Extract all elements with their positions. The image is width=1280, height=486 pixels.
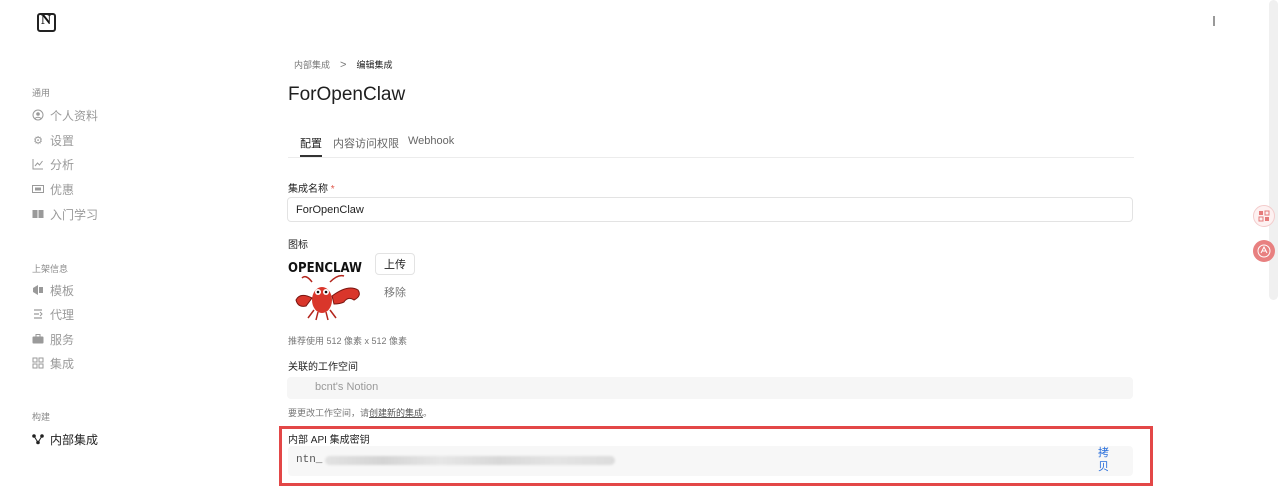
sidebar-item-settings[interactable]: ⚙ 设置 [32,131,74,149]
ticket-icon [32,183,44,195]
sidebar-item-label: 集成 [50,356,75,371]
sidebar-item-label: 入门学习 [50,207,99,222]
pause-icon[interactable] [1213,16,1215,26]
language-translate-icon[interactable] [1253,240,1275,262]
required-mark: * [330,184,335,195]
api-key-label: 内部 API 集成密钥 [288,435,370,446]
workspace-value: bcnt's Notion [315,381,379,393]
section-label-build: 构建 [32,412,51,422]
sidebar-item-services[interactable]: 服务 [32,330,74,348]
workspace-hint: 要更改工作空间，请创建新的集成。 [288,406,432,419]
sidebar-item-templates[interactable]: 模板 [32,281,74,299]
openclaw-logo-text: OPENCLAW [288,260,362,276]
template-icon [32,284,44,296]
tab-configuration[interactable]: 配置 [300,135,322,151]
sidebar-item-label: 设置 [50,133,75,148]
create-new-integration-link[interactable]: 创建新的集成 [369,408,423,418]
sidebar-item-profile[interactable]: 个人资料 [32,106,98,124]
api-key-field: ntn_ 拷贝 [288,446,1133,476]
workspace-label: 关联的工作空间 [288,362,358,373]
icon-label: 图标 [288,240,308,251]
tab-bar: 配置 内容访问权限 Webhook [288,130,1134,158]
logo-letter: N [41,13,52,28]
sidebar-item-label: 优惠 [50,182,75,197]
grid-icon [32,357,44,369]
sidebar-item-internal-integrations[interactable]: 内部集成 [32,430,98,448]
copy-button[interactable]: 拷贝 [1098,446,1112,474]
section-label-listing: 上架信息 [32,264,69,274]
icon-size-hint: 推荐使用 512 像素 x 512 像素 [288,336,408,346]
gear-icon: ⚙ [33,134,43,147]
user-circle-icon [32,109,44,121]
sidebar-item-label: 模板 [50,283,75,298]
breadcrumb-current: 编辑集成 [356,60,393,70]
agent-icon [32,308,44,320]
section-label-general: 通用 [32,88,51,98]
notion-logo-icon[interactable]: N [37,13,56,32]
tab-webhook[interactable]: Webhook [408,135,454,147]
briefcase-icon [32,333,44,345]
sidebar: N 通用 个人资料 ⚙ 设置 分析 优惠 入门学习 上架信息 模板 代理 服务 … [0,0,250,475]
api-key-redacted [325,456,615,465]
nodes-icon [32,433,44,445]
translate-widget-icon[interactable] [1253,205,1275,227]
page-title: ForOpenClaw [288,84,406,105]
sidebar-item-getting-started[interactable]: 入门学习 [32,205,98,223]
sidebar-item-label: 个人资料 [50,108,99,123]
workspace-hint-prefix: 要更改工作空间，请 [288,408,370,418]
integration-name-label: 集成名称 * [288,180,335,195]
sidebar-item-agents[interactable]: 代理 [32,305,74,323]
integration-name-label-text: 集成名称 [288,184,328,195]
sidebar-item-offers[interactable]: 优惠 [32,180,74,198]
remove-button[interactable]: 移除 [384,284,406,300]
sidebar-item-label: 分析 [50,157,75,172]
chart-line-icon [32,158,44,170]
workspace-field: bcnt's Notion [287,377,1133,399]
tab-content-access[interactable]: 内容访问权限 [333,135,399,151]
workspace-hint-suffix: 。 [423,408,433,418]
api-key-prefix: ntn_ [296,454,323,466]
sidebar-item-label: 代理 [50,307,75,322]
upload-button[interactable]: 上传 [375,253,415,275]
active-tab-indicator [300,155,322,157]
sidebar-item-label: 服务 [50,332,75,347]
breadcrumb-parent[interactable]: 内部集成 [294,58,330,71]
sidebar-item-integrations[interactable]: 集成 [32,354,74,372]
sidebar-item-label: 内部集成 [50,432,99,447]
chevron-right-icon: > [340,58,347,71]
book-icon [32,208,44,220]
breadcrumb: 内部集成 > 编辑集成 [294,58,392,71]
integration-icon-image: OPENCLAW [288,256,364,322]
sidebar-item-analytics[interactable]: 分析 [32,155,74,173]
integration-name-input[interactable] [287,197,1133,222]
